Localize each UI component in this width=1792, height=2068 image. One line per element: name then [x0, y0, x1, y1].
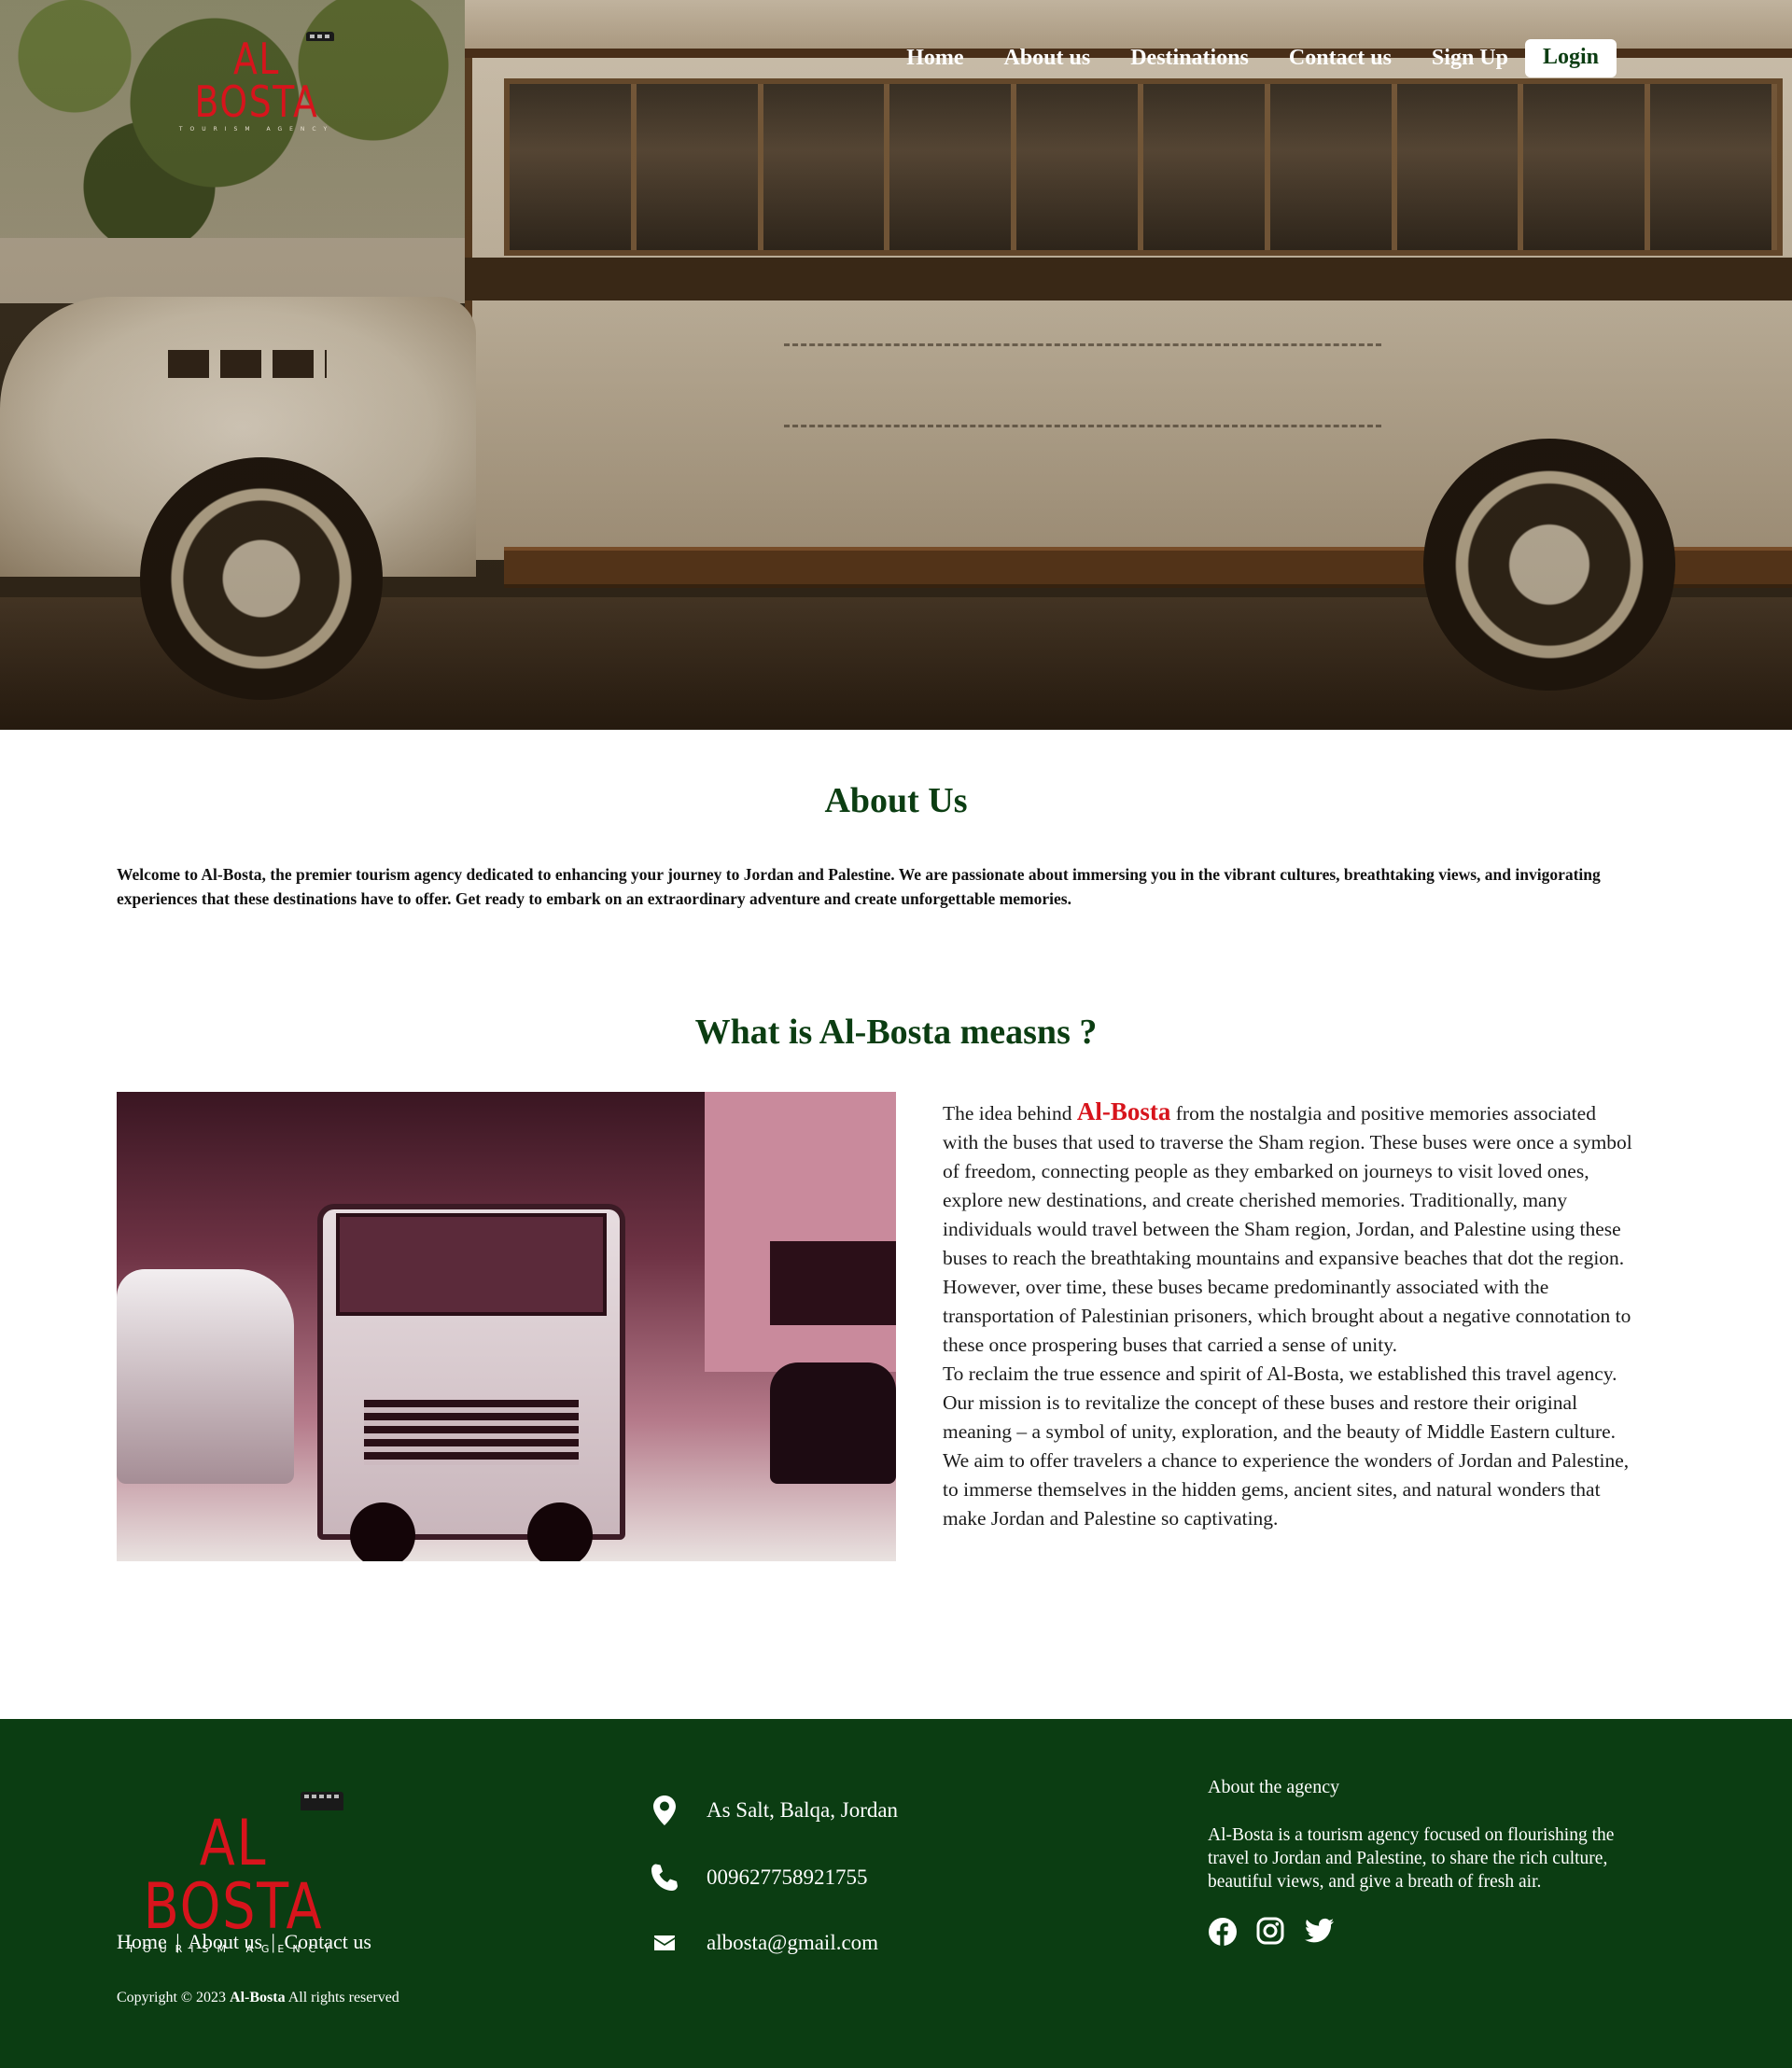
link-separator: |: [175, 1930, 180, 1953]
meaning-title: What is Al-Bosta measns ?: [694, 1013, 1098, 1052]
old-truck-image: [117, 1092, 896, 1561]
footer-link-home[interactable]: Home: [117, 1930, 167, 1953]
meaning-paragraph-2: To reclaim the true essence and spirit o…: [943, 1362, 1630, 1530]
nav-about-us[interactable]: About us: [1004, 46, 1091, 71]
bus-icon: [301, 1792, 343, 1810]
link-separator: |: [271, 1930, 275, 1953]
phone-icon: [646, 1863, 683, 1893]
copyright: Copyright © 2023 Al-Bosta All rights res…: [117, 1990, 399, 2005]
location-pin-icon: [646, 1796, 683, 1825]
footer-link-about-us[interactable]: About us: [188, 1930, 262, 1953]
contact-phone: 009627758921755: [646, 1863, 868, 1893]
instagram-icon[interactable]: [1256, 1917, 1286, 1947]
meaning-paragraph-1: The idea behind Al-Bosta from the nostal…: [943, 1097, 1632, 1356]
contact-email: albosta@gmail.com: [646, 1931, 878, 1955]
brand-highlight: Al-Bosta: [1076, 1097, 1171, 1125]
agency-text: Al-Bosta is a tourism agency focused on …: [1208, 1825, 1615, 1892]
meaning-text: The idea behind Al-Bosta from the nostal…: [943, 1097, 1633, 1533]
logo-word: AL BOSTA: [194, 34, 319, 127]
about-title: About Us: [824, 781, 968, 820]
footer-links: Home | About us | Contact us: [117, 1930, 371, 1954]
nav-destinations[interactable]: Destinations: [1130, 46, 1249, 71]
logo-word: AL BOSTA: [143, 1807, 324, 1944]
contact-address: As Salt, Balqa, Jordan: [646, 1796, 898, 1825]
agency-title: About the agency: [1208, 1777, 1340, 1797]
social-links: [1208, 1917, 1335, 1947]
login-button[interactable]: Login: [1524, 39, 1617, 77]
footer: AL BOSTA TOURISM AGENCY Home | About us …: [0, 1719, 1792, 2068]
nav-home[interactable]: Home: [906, 46, 963, 71]
facebook-icon[interactable]: [1208, 1917, 1238, 1947]
nav-contact-us[interactable]: Contact us: [1289, 46, 1392, 71]
about-text: Welcome to Al-Bosta, the premier tourism…: [117, 865, 1601, 908]
twitter-icon[interactable]: [1305, 1917, 1335, 1947]
envelope-icon: [646, 1935, 683, 1950]
site-logo[interactable]: AL BOSTA TOURISM AGENCY: [168, 28, 345, 133]
footer-link-contact-us[interactable]: Contact us: [284, 1930, 371, 1953]
nav-sign-up[interactable]: Sign Up: [1432, 46, 1508, 71]
main-nav: Home About us Destinations Contact us Si…: [866, 39, 1617, 77]
logo-tagline: TOURISM AGENCY: [178, 126, 335, 133]
